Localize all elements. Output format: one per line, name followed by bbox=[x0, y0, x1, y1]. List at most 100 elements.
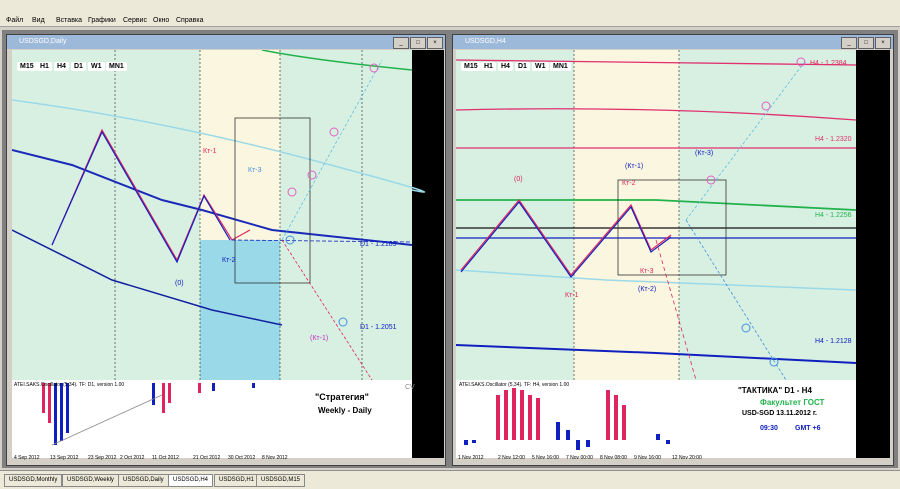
label-kt2-pred-h4: (Кт-2) bbox=[638, 286, 657, 293]
osc-title-right: ATEI.SAKS.Oscillator (5,34). TF: H4, ver… bbox=[459, 382, 570, 388]
chart-area-daily[interactable] bbox=[12, 50, 444, 458]
date-tick: 23 Sep 2012 bbox=[88, 455, 117, 461]
price-tick: 1.2360 bbox=[870, 86, 886, 92]
label-kt1-pred-h4: (Кт-1) bbox=[625, 163, 644, 170]
date-tick: 4 Sep 2012 bbox=[14, 455, 40, 461]
label-kt1-pred: (Кт-1) bbox=[310, 335, 329, 342]
label-kt3-pred-h4: (Кт-3) bbox=[695, 150, 714, 157]
price-tick: 1.2028 bbox=[418, 330, 434, 336]
caption-tactic: "ТАКТИКА" D1 - H4 bbox=[738, 386, 812, 395]
label-kt3-h4: Кт-3 bbox=[640, 268, 654, 275]
price-tick: 1.2260 bbox=[870, 206, 886, 212]
date-tick: 2 Nov 12:00 bbox=[498, 455, 525, 461]
menu-charts[interactable]: Графики bbox=[88, 17, 116, 24]
menu-bar: Файл Вид Вставка Графики Сервис Окно Спр… bbox=[0, 0, 900, 27]
menu-file[interactable]: Файл bbox=[6, 17, 23, 24]
price-tick: 1.2158 bbox=[418, 254, 434, 260]
tf-h4-right[interactable]: H4 bbox=[498, 62, 513, 71]
chart-tabs: USDSGD,Monthly USDSGD,Weekly USDSGD,Dail… bbox=[0, 470, 900, 489]
price-tick: 1.2180 bbox=[870, 302, 886, 308]
date-tick: 2 Oct 2012 bbox=[120, 455, 145, 461]
price-tick: 1.2340 bbox=[870, 110, 886, 116]
menu-insert[interactable]: Вставка bbox=[56, 17, 82, 24]
tab-weekly[interactable]: USDSGD,Weekly bbox=[62, 474, 119, 487]
daily-chart-svg bbox=[12, 50, 425, 458]
window-titlebar[interactable]: USDSGD,H4 _ □ × bbox=[453, 35, 893, 49]
maximize-button[interactable]: □ bbox=[410, 37, 426, 49]
label-kt3: Кт-3 bbox=[248, 167, 262, 174]
menu-view[interactable]: Вид bbox=[32, 17, 45, 24]
label-kt2-h4: Кт-2 bbox=[622, 180, 636, 187]
osc-title-left: ATEI.SAKS.Oscillator (5,34). TF: D1, ver… bbox=[14, 382, 125, 388]
date-tick: 11 Oct 2012 bbox=[152, 455, 179, 461]
close-button[interactable]: × bbox=[427, 37, 443, 49]
tf-h1-left[interactable]: H1 bbox=[37, 62, 52, 71]
h4-chart-svg bbox=[456, 50, 857, 458]
tf-mn1-right[interactable]: MN1 bbox=[550, 62, 571, 71]
date-tick: 8 Nov 2012 bbox=[262, 455, 288, 461]
tf-d1-right[interactable]: D1 bbox=[515, 62, 530, 71]
tab-h1[interactable]: USDSGD,H1 bbox=[214, 474, 260, 487]
close-button[interactable]: × bbox=[875, 37, 891, 49]
price-tick: 1.2093 bbox=[418, 292, 434, 298]
label-d1-2051: D1 - 1.2051 bbox=[360, 324, 397, 331]
label-h4-2128: H4 - 1.2128 bbox=[815, 338, 852, 345]
window-title: USDSGD,Daily bbox=[19, 38, 67, 45]
menu-help[interactable]: Справка bbox=[176, 17, 203, 24]
price-tick: 1.2288 bbox=[418, 178, 434, 184]
label-kt1: Кт-1 bbox=[203, 148, 217, 155]
tf-h1-right[interactable]: H1 bbox=[481, 62, 496, 71]
window-title: USDSGD,H4 bbox=[465, 38, 506, 45]
price-tick: 1.2223 bbox=[418, 216, 434, 222]
price-tick: 1.2220 bbox=[870, 254, 886, 260]
caption-time: 09:30 bbox=[760, 425, 778, 432]
tf-w1-left[interactable]: W1 bbox=[88, 62, 105, 71]
tf-m15-left[interactable]: M15 bbox=[17, 62, 37, 71]
tab-monthly[interactable]: USDSGD,Monthly bbox=[4, 474, 63, 487]
label-h4-2256: H4 - 1.2256 bbox=[815, 212, 852, 219]
date-tick: 30 Oct 2012 bbox=[228, 455, 256, 461]
maximize-button[interactable]: □ bbox=[858, 37, 874, 49]
minimize-button[interactable]: _ bbox=[841, 37, 857, 49]
price-tick: 1.2320 bbox=[870, 134, 886, 140]
menu-tools[interactable]: Сервис bbox=[123, 17, 147, 24]
price-tick: 1.2380 bbox=[870, 62, 886, 68]
tf-m15-right[interactable]: M15 bbox=[461, 62, 481, 71]
price-tick: 1.2353 bbox=[418, 140, 434, 146]
tab-m15[interactable]: USDSGD,M15 bbox=[256, 474, 306, 487]
date-tick: 1 Nov 2012 bbox=[458, 455, 484, 461]
date-tick: 21 Oct 2012 bbox=[193, 455, 221, 461]
price-tick: 1.2413 bbox=[418, 102, 434, 108]
label-kt2: Кт-2 bbox=[222, 257, 236, 264]
beige-zone bbox=[200, 50, 280, 240]
caption-strategy: "Стратегия" bbox=[315, 392, 369, 402]
caption-faculty: Факультет ГОСТ bbox=[760, 398, 825, 407]
price-tick: 1.2280 bbox=[870, 182, 886, 188]
tf-h4-left[interactable]: H4 bbox=[54, 62, 69, 71]
date-tick: 5 Nov 16:00 bbox=[532, 455, 559, 461]
tf-d1-left[interactable]: D1 bbox=[71, 62, 86, 71]
price-tick: 1.2200 bbox=[870, 278, 886, 284]
caption-gmt: GMT +6 bbox=[795, 425, 821, 432]
tf-mn1-left[interactable]: MN1 bbox=[106, 62, 127, 71]
caption-weekly-daily: Weekly - Daily bbox=[318, 406, 372, 415]
caption-pair-date: USD-SGD 13.11.2012 г. bbox=[742, 410, 817, 417]
window-titlebar[interactable]: USDSGD,Daily _ □ × bbox=[7, 35, 445, 49]
tab-h4[interactable]: USDSGD,H4 bbox=[168, 474, 214, 487]
label-zero-h4: (0) bbox=[514, 176, 523, 183]
date-tick: 12 Nov 20:00 bbox=[672, 455, 702, 461]
label-kt1-h4: Кт-1 bbox=[565, 292, 579, 299]
label-zero: (0) bbox=[175, 280, 184, 287]
minimize-button[interactable]: _ bbox=[393, 37, 409, 49]
price-tick: 1.2160 bbox=[870, 326, 886, 332]
date-tick: 9 Nov 16:00 bbox=[634, 455, 661, 461]
label-h4-2320: H4 - 1.2320 bbox=[815, 136, 852, 143]
tf-w1-right[interactable]: W1 bbox=[532, 62, 549, 71]
chart-area-h4[interactable] bbox=[456, 50, 890, 458]
menu-window[interactable]: Окно bbox=[153, 17, 169, 24]
date-tick: 7 Nov 00:00 bbox=[566, 455, 593, 461]
price-tick: 1.2478 bbox=[418, 64, 434, 70]
date-tick: 8 Nov 08:00 bbox=[600, 455, 627, 461]
label-d1-2189: D1 - 1.2189 bbox=[360, 241, 397, 248]
tab-daily[interactable]: USDSGD,Daily bbox=[118, 474, 169, 487]
